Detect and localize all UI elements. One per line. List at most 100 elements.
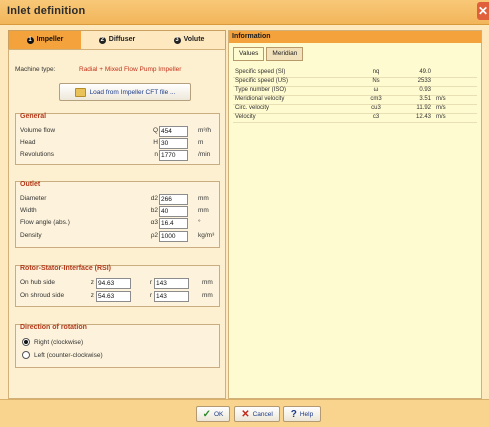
title-bar: Inlet definition ✕ [0, 0, 489, 25]
outlet-group: Outlet Diameter d2 266 mm Width b2 40 mm… [15, 181, 220, 248]
width-input[interactable]: 40 [159, 206, 188, 217]
tab-meridian[interactable]: Meridian [266, 47, 304, 61]
hub-r-input[interactable]: 143 [154, 278, 189, 289]
row-value: 11.92 [416, 105, 431, 111]
diameter-unit: mm [198, 195, 209, 202]
flow-angle-input[interactable]: 16.4 [159, 218, 188, 229]
machine-type-label: Machine type: [15, 66, 56, 73]
width-label: Width [20, 207, 37, 214]
shroud-z-input[interactable]: 54.63 [96, 291, 131, 302]
shroud-r-input[interactable]: 143 [154, 291, 189, 302]
information-panel: Information Values Meridian Specific spe… [228, 30, 482, 399]
volume-flow-symbol: Q [152, 127, 158, 134]
revolutions-label: Revolutions [20, 151, 54, 158]
row-unit: m/s [436, 96, 446, 102]
hub-side-label: On hub side [20, 279, 56, 286]
group-title: General [20, 113, 47, 120]
row-name: Specific speed (US) [235, 78, 289, 84]
hub-z-symbol: z [90, 279, 94, 286]
tab-label: Volute [183, 36, 205, 43]
table-row: Circ. velocity cu3 11.92 m/s [233, 105, 477, 114]
group-title: Direction of rotation [20, 324, 87, 331]
row-value: 49.0 [419, 69, 431, 75]
question-icon: ? [290, 408, 297, 420]
check-icon: ✓ [202, 408, 211, 420]
volume-flow-label: Volume flow [20, 127, 56, 134]
width-unit: mm [198, 207, 209, 214]
number-badge-icon: 1 [26, 36, 34, 44]
volume-flow-input[interactable]: 454 [159, 126, 188, 137]
row-symbol: ω [373, 87, 379, 93]
row-symbol: cu3 [371, 105, 381, 111]
head-input[interactable]: 30 [159, 138, 188, 149]
width-symbol: b2 [150, 207, 158, 214]
ok-button[interactable]: ✓ OK [196, 406, 230, 422]
shroud-unit: mm [202, 292, 213, 299]
tab-diffuser[interactable]: 2 Diffuser [81, 31, 153, 49]
row-symbol: nq [372, 69, 380, 75]
folder-icon [74, 87, 86, 97]
close-icon[interactable]: ✕ [477, 2, 489, 20]
volume-flow-unit: m³/h [198, 127, 211, 134]
cancel-button[interactable]: ✕ Cancel [234, 406, 280, 422]
button-bar: ✓ OK ✕ Cancel ? Help [0, 399, 489, 427]
info-tab-bar: Values Meridian [233, 47, 305, 61]
load-cft-label: Load from Impeller CFT file ... [89, 88, 176, 96]
flow-angle-label: Flow angle (abs.) [20, 219, 70, 226]
row-value: 3.51 [419, 96, 431, 102]
hub-r-symbol: r [149, 279, 152, 286]
hub-z-input[interactable]: 94.63 [96, 278, 131, 289]
head-label: Head [20, 139, 36, 146]
shroud-z-symbol: z [90, 292, 94, 299]
revolutions-symbol: n [154, 151, 158, 158]
density-input[interactable]: 1000 [159, 231, 188, 242]
rotation-group: Direction of rotation Right (clockwise) … [15, 324, 220, 368]
row-value: 12.43 [415, 114, 431, 120]
radio-clockwise[interactable]: Right (clockwise) [22, 338, 83, 346]
tab-label: Impeller [36, 36, 64, 43]
radio-counter-clockwise[interactable]: Left (counter-clockwise) [22, 351, 103, 359]
tab-label: Diffuser [108, 36, 136, 43]
row-symbol: c3 [372, 114, 380, 120]
diameter-input[interactable]: 266 [159, 194, 188, 205]
table-row: Specific speed (US) Ns 2533 [233, 78, 477, 87]
ok-label: OK [213, 410, 224, 418]
row-name: Circ. velocity [235, 105, 270, 111]
tab-volute[interactable]: 3 Volute [153, 31, 225, 49]
row-symbol: Ns [372, 78, 380, 84]
tab-bar: 1 Impeller 2 Diffuser 3 Volute [8, 30, 226, 50]
density-label: Density [20, 232, 42, 239]
row-symbol: cm3 [370, 96, 382, 102]
impeller-panel: Machine type: Radial + Mixed Flow Pump I… [8, 49, 226, 399]
group-title: Rotor-Stator-Interface (RSI) [20, 265, 112, 272]
flow-angle-symbol: α3 [150, 219, 158, 226]
cross-icon: ✕ [241, 408, 250, 420]
info-table: Specific speed (SI) nq 49.0 Specific spe… [233, 69, 477, 123]
radio-unselected-icon [22, 351, 30, 359]
table-row: Velocity c3 12.43 m/s [233, 114, 477, 123]
row-unit: m/s [436, 105, 446, 111]
table-row: Specific speed (SI) nq 49.0 [233, 69, 477, 78]
window-title: Inlet definition [7, 5, 86, 17]
rsi-group: Rotor-Stator-Interface (RSI) On hub side… [15, 265, 220, 307]
inlet-definition-window: Inlet definition ✕ 1 Impeller 2 Diffuser… [0, 0, 489, 427]
tab-values[interactable]: Values [233, 47, 265, 61]
load-cft-button[interactable]: Load from Impeller CFT file ... [59, 83, 191, 101]
row-value: 2533 [417, 78, 431, 84]
diameter-symbol: d2 [150, 195, 158, 202]
row-name: Specific speed (SI) [235, 69, 286, 75]
row-name: Meridional velocity [235, 96, 285, 102]
tab-impeller[interactable]: 1 Impeller [9, 31, 81, 49]
flow-angle-unit: ° [198, 219, 201, 226]
head-symbol: H [153, 139, 158, 146]
shroud-side-label: On shroud side [20, 292, 65, 299]
information-title: Information [229, 31, 481, 43]
group-title: Outlet [20, 181, 41, 188]
revolutions-input[interactable]: 1770 [159, 150, 188, 161]
machine-type-value: Radial + Mixed Flow Pump Impeller [79, 66, 182, 73]
number-badge-icon: 2 [98, 36, 106, 44]
table-row: Meridional velocity cm3 3.51 m/s [233, 96, 477, 105]
table-row: Type number (ISO) ω 0.93 [233, 87, 477, 96]
help-button[interactable]: ? Help [283, 406, 321, 422]
cancel-label: Cancel [252, 410, 273, 418]
